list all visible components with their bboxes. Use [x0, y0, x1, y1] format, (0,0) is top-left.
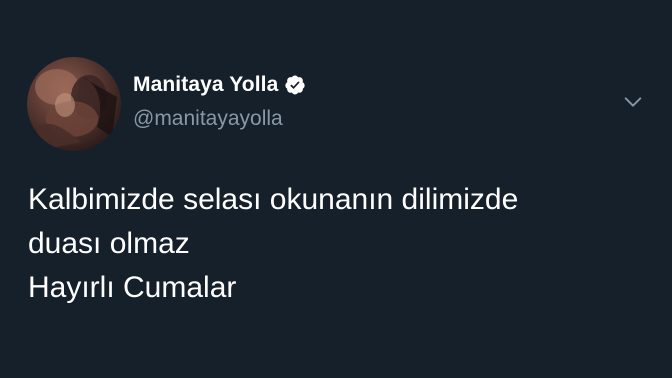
- author-name-row[interactable]: Manitaya Yolla: [133, 73, 306, 97]
- tweet-card: Manitaya Yolla @manitayayolla Kalbimizde…: [0, 0, 672, 378]
- tweet-text: Kalbimizde selası okunanın dilimizde dua…: [28, 178, 648, 310]
- profile-photo: [35, 69, 117, 151]
- tweet-text-line: duası olmaz: [28, 227, 190, 260]
- display-name[interactable]: Manitaya Yolla: [133, 73, 278, 97]
- chevron-down-icon[interactable]: [622, 91, 644, 113]
- verified-badge-icon: [284, 74, 306, 96]
- tweet-text-line: Hayırlı Cumalar: [28, 271, 237, 304]
- avatar[interactable]: [27, 57, 121, 151]
- author-handle[interactable]: @manitayayolla: [133, 107, 283, 131]
- tweet-text-line: Kalbimizde selası okunanın dilimizde: [28, 183, 519, 216]
